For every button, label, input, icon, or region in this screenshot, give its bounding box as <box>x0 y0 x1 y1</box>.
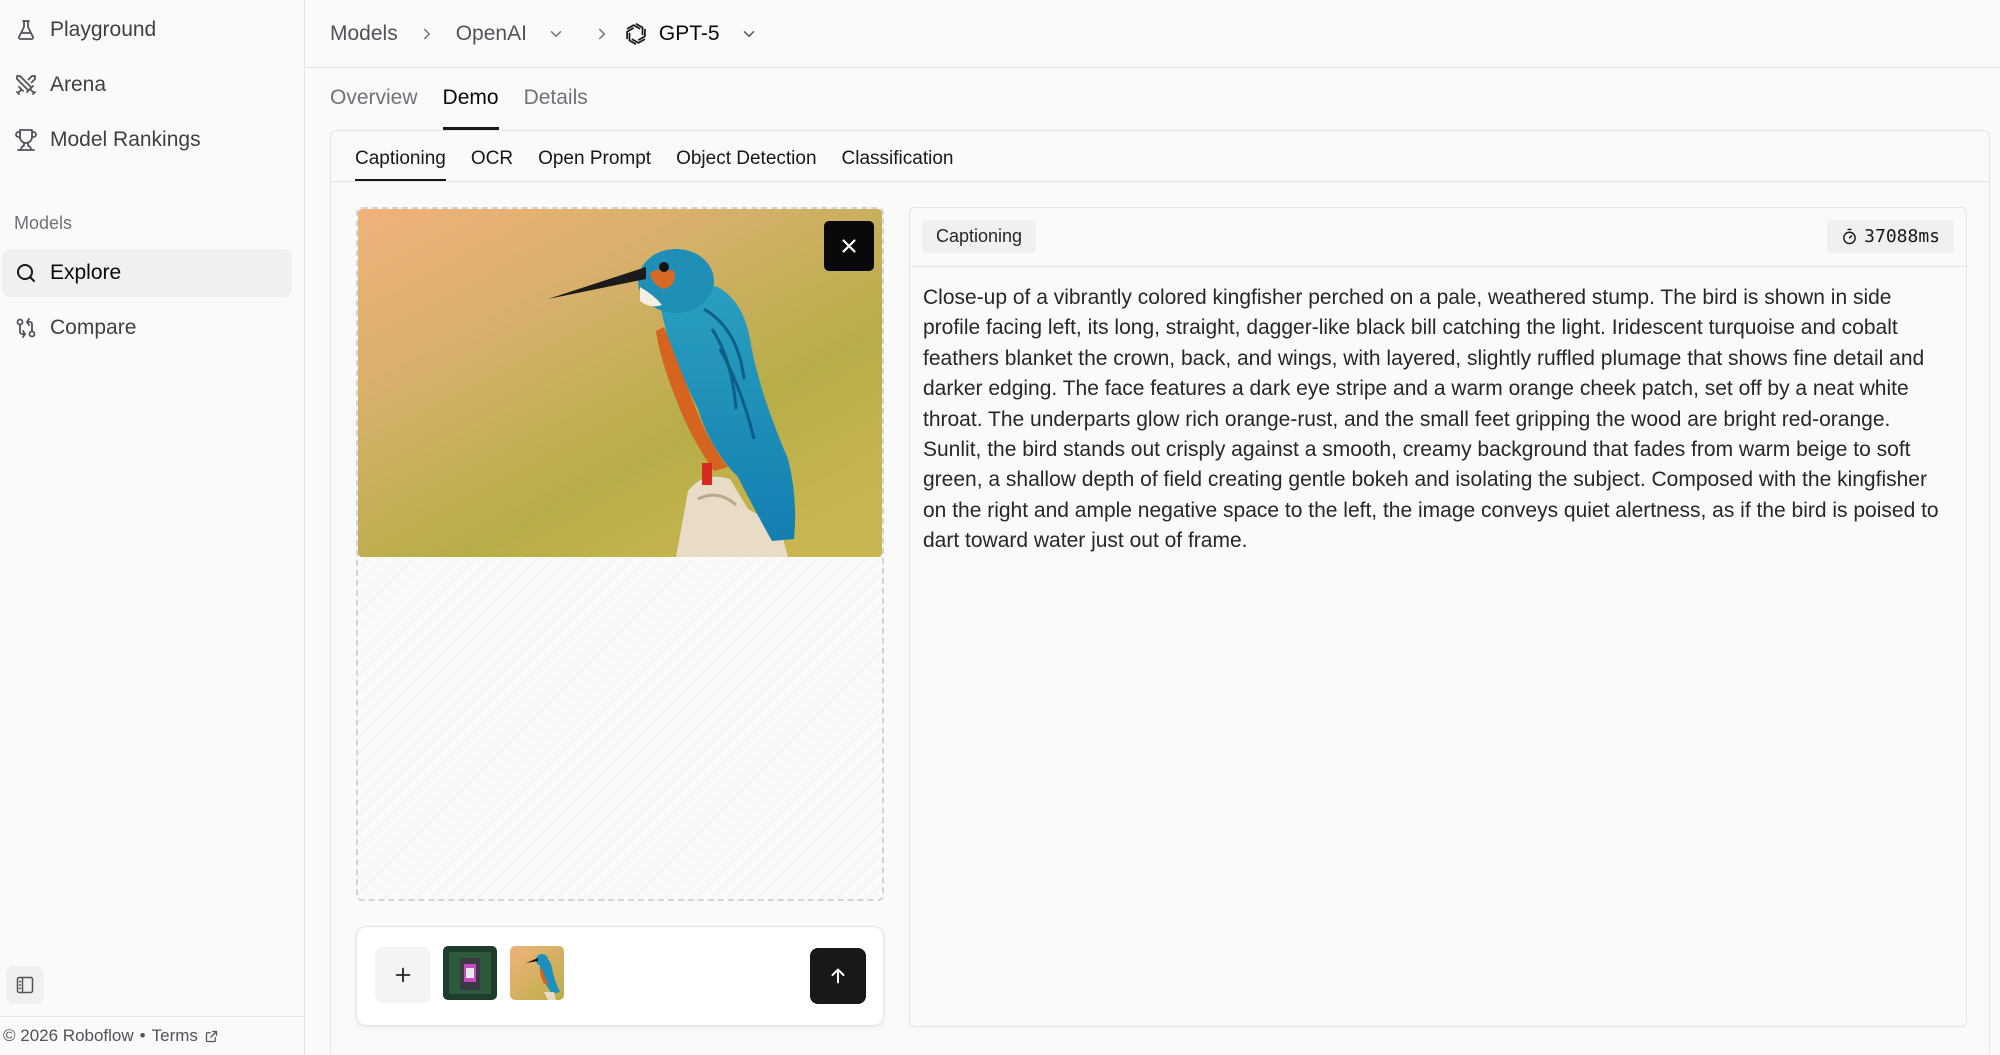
image-dropzone[interactable] <box>356 207 884 901</box>
sample-image-thumbnail[interactable] <box>443 946 497 1000</box>
terms-link[interactable]: Terms <box>152 1026 219 1046</box>
breadcrumb-models-label: Models <box>330 21 398 45</box>
compare-icon <box>14 316 38 340</box>
divider <box>331 181 1989 182</box>
caption-output-text: Close-up of a vibrantly colored kingfish… <box>923 286 1939 553</box>
tab-ocr[interactable]: OCR <box>471 145 513 181</box>
sidebar-footer: © 2026 Roboflow • Terms <box>0 1016 305 1055</box>
sidebar-item-label: Arena <box>50 73 107 96</box>
tab-classification[interactable]: Classification <box>842 145 954 181</box>
breadcrumb-provider-select[interactable]: OpenAI <box>456 22 565 46</box>
trophy-icon <box>14 128 38 152</box>
remove-image-button[interactable] <box>824 221 874 271</box>
tab-demo[interactable]: Demo <box>442 84 499 130</box>
sidebar-item-explore[interactable]: Explore <box>2 249 292 297</box>
sidebar-item-compare[interactable]: Compare <box>2 304 292 352</box>
breadcrumb-models[interactable]: Models <box>330 22 398 46</box>
tab-open-prompt[interactable]: Open Prompt <box>538 145 651 181</box>
add-image-button[interactable] <box>375 947 431 1003</box>
tab-captioning[interactable]: Captioning <box>355 145 446 181</box>
breadcrumb-provider-label: OpenAI <box>455 21 527 45</box>
latency-badge: 37088ms <box>1827 220 1954 253</box>
sidebar-item-model-rankings[interactable]: Model Rankings <box>2 116 292 164</box>
openai-logo-icon <box>623 21 649 47</box>
sidebar-item-label: Model Rankings <box>50 128 201 151</box>
section-label-models: Models <box>14 213 73 233</box>
kingfisher-image-thumbnail[interactable] <box>510 946 564 1000</box>
sidebar-item-label: Playground <box>50 18 157 41</box>
terms-label: Terms <box>151 1026 198 1045</box>
sidebar-item-playground[interactable]: Playground <box>2 6 292 54</box>
breadcrumb-model-select[interactable]: GPT-5 <box>623 21 758 47</box>
demo-card: Captioning OCR Open Prompt Object Detect… <box>330 130 1990 1054</box>
footer-separator: • <box>139 1026 146 1045</box>
result-header: Captioning 37088ms <box>910 208 1966 267</box>
sidebar-item-arena[interactable]: Arena <box>2 61 292 109</box>
input-image <box>358 209 882 557</box>
result-panel: Captioning 37088ms Close-up of a vibrant… <box>909 207 1967 1027</box>
swords-icon <box>14 73 38 97</box>
submit-button[interactable] <box>810 948 866 1004</box>
sidebar-item-label: Explore <box>50 261 122 284</box>
plus-icon <box>392 964 414 986</box>
latency-value: 37088ms <box>1864 226 1940 247</box>
arrow-up-icon <box>827 965 849 987</box>
chevron-down-icon <box>547 25 565 43</box>
task-tabs: Captioning OCR Open Prompt Object Detect… <box>355 145 953 181</box>
chevron-down-icon <box>740 25 758 43</box>
task-badge: Captioning <box>922 220 1037 253</box>
timer-icon <box>1841 228 1858 245</box>
main-tabs: Overview Demo Details <box>330 84 588 130</box>
tab-details[interactable]: Details <box>524 84 588 130</box>
search-icon <box>14 261 38 285</box>
panel-left-icon <box>15 975 35 995</box>
sidebar-toggle-button[interactable] <box>6 966 44 1004</box>
tab-object-detection[interactable]: Object Detection <box>676 145 816 181</box>
breadcrumb-model-label: GPT-5 <box>658 21 720 45</box>
breadcrumb: Models OpenAI GPT-5 <box>306 0 2000 68</box>
image-composer <box>356 926 884 1026</box>
tab-overview[interactable]: Overview <box>330 84 418 130</box>
external-link-icon <box>204 1029 219 1044</box>
chevron-right-icon <box>418 25 436 43</box>
chevron-right-icon <box>593 25 611 43</box>
close-icon <box>838 235 860 257</box>
sidebar-item-label: Compare <box>50 316 137 339</box>
copyright-text: © 2026 Roboflow <box>3 1026 134 1045</box>
sidebar: Playground Arena Model Rankings Models E… <box>0 0 305 1055</box>
flask-icon <box>14 18 38 42</box>
